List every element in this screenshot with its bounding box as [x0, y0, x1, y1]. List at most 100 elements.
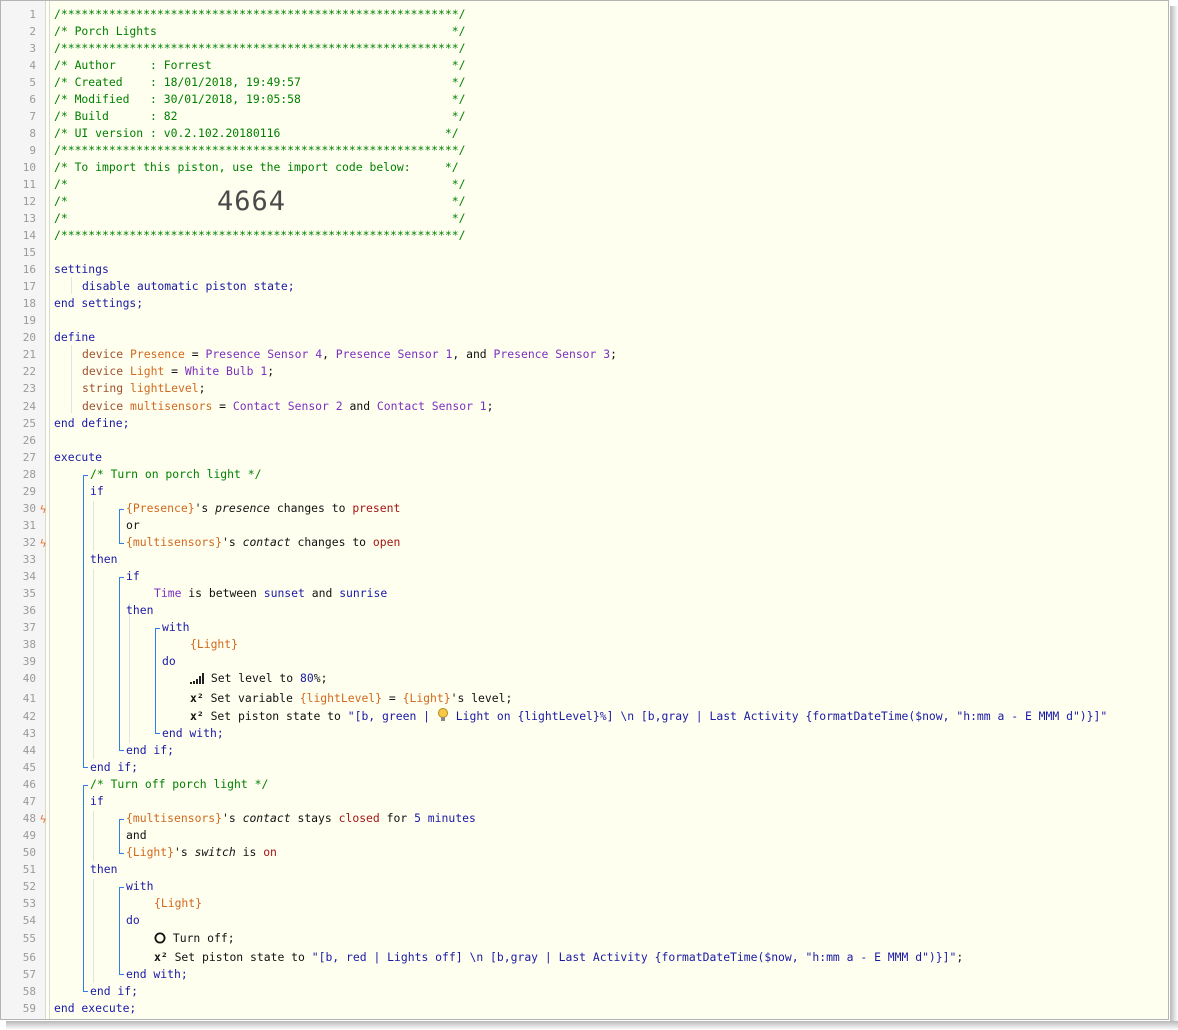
import-code[interactable]: 4664 [217, 185, 286, 219]
light-bulb-icon [437, 708, 449, 727]
power-off-icon [154, 932, 166, 949]
line-number: 39 [22, 655, 36, 668]
line-number: 12 [22, 195, 36, 208]
header-build: /* Build : 82 */ [54, 109, 466, 123]
line-number: 20 [22, 331, 36, 344]
with-device-light[interactable]: {Light} [190, 636, 238, 653]
condition-contact-stays[interactable]: {multisensors}'s contact stays closed fo… [126, 810, 476, 827]
lightning-bolt-icon: ϟ [39, 503, 47, 516]
action-set-state-on[interactable]: x² Set piston state to "[b, green | Ligh… [190, 708, 1107, 725]
semicolon: ; [267, 364, 275, 378]
possessive: 's [222, 811, 243, 825]
then-keyword[interactable]: then [126, 602, 153, 619]
with-device-light[interactable]: {Light} [154, 895, 202, 912]
separator: , and [452, 347, 494, 361]
or-operator[interactable]: or [126, 517, 140, 534]
end-define-keyword: end define; [54, 416, 130, 430]
do-keyword[interactable]: do [162, 653, 176, 670]
comment-turn-off[interactable]: /* Turn off porch light */ [90, 776, 268, 793]
operator: = [184, 347, 206, 361]
attribute: presence [215, 501, 271, 515]
line-number: 25 [22, 417, 36, 430]
then-keyword[interactable]: then [90, 551, 117, 568]
value: sunset [263, 586, 305, 600]
line-number: 56 [22, 951, 36, 964]
action-text: Set piston state to [167, 950, 312, 964]
device-name: Contact Sensor 2 [232, 399, 343, 413]
line-number: 17 [22, 280, 36, 293]
header-ui-version: /* UI version : v0.2.102.20180116 */ [54, 126, 459, 140]
operator: = [382, 691, 403, 705]
indent-guide [93, 569, 94, 759]
line-number: 58 [22, 985, 36, 998]
device-name: Presence Sensor 4 [205, 347, 323, 361]
settings-keyword[interactable]: settings [54, 261, 109, 278]
and-operator[interactable]: and [126, 827, 147, 844]
if-keyword[interactable]: if [90, 483, 104, 500]
header-author: /* Author : Forrest */ [54, 58, 466, 72]
string-value: Light on {lightLevel}%] \n [b,gray | Las… [448, 709, 1108, 723]
x-squared-icon: x² [190, 691, 204, 705]
window-shadow-bottom [6, 1021, 1178, 1030]
end-if-keyword: end if; [126, 743, 175, 757]
line-number: 31 [22, 519, 36, 532]
if-keyword[interactable]: if [90, 793, 104, 810]
type-keyword: string [82, 381, 124, 395]
execute-keyword[interactable]: execute [54, 449, 102, 466]
end-with-keyword: end with; [126, 967, 188, 981]
line-number: 10 [22, 161, 36, 174]
line-number: 5 [29, 76, 36, 89]
do-keyword[interactable]: do [126, 912, 140, 929]
device-ref: {Light} [126, 845, 175, 859]
line-number: 23 [22, 382, 36, 395]
time-ref: Time [154, 586, 182, 600]
lightning-bolt-icon: ϟ [39, 813, 47, 826]
line-number: 35 [22, 587, 36, 600]
action-set-variable[interactable]: x² Set variable {lightLevel} = {Light}'s… [190, 690, 512, 707]
indent-guide [93, 501, 94, 551]
define-presence-line[interactable]: device Presence = Presence Sensor 4, Pre… [82, 346, 617, 363]
action-set-state-off[interactable]: x² Set piston state to "[b, red | Lights… [154, 949, 963, 966]
line-number: 48 [22, 812, 36, 825]
window-shadow-right [1170, 6, 1178, 1030]
indent-guide [71, 277, 72, 294]
condition-contact[interactable]: {multisensors}'s contact changes to open [126, 534, 400, 551]
variable-name: lightLevel [130, 381, 199, 395]
action-turn-off[interactable]: Turn off; [154, 930, 235, 947]
comment-turn-on[interactable]: /* Turn on porch light */ [90, 466, 261, 483]
condition-switch[interactable]: {Light}'s switch is on [126, 844, 277, 861]
define-light-line[interactable]: device Light = White Bulb 1; [82, 363, 274, 380]
with-keyword[interactable]: with [162, 619, 189, 636]
action-set-level[interactable]: Set level to 80%; [190, 670, 327, 687]
line-number: 22 [22, 365, 36, 378]
duration: 5 minutes [414, 811, 476, 825]
separator: and [311, 586, 333, 600]
action-text: Turn off; [166, 931, 235, 945]
device-name: White Bulb 1 [184, 364, 268, 378]
value: sunrise [339, 586, 388, 600]
line-number: 53 [22, 897, 36, 910]
line-number: 30 [22, 502, 36, 515]
define-lightlevel-line[interactable]: string lightLevel; [82, 380, 205, 397]
condition-presence[interactable]: {Presence}'s presence changes to present [126, 500, 400, 517]
line-number: 47 [22, 795, 36, 808]
line-number: 27 [22, 451, 36, 464]
line-number: 19 [22, 314, 36, 327]
line-number: 9 [29, 144, 36, 157]
line-number: 45 [22, 761, 36, 774]
line-number: 42 [22, 710, 36, 723]
signal-level-icon [190, 672, 204, 689]
condition-time[interactable]: Time is between sunset and sunrise [154, 585, 387, 602]
disable-state-setting[interactable]: disable automatic piston state; [82, 278, 295, 295]
then-keyword[interactable]: then [90, 861, 117, 878]
line-number: 7 [29, 110, 36, 123]
line-number: 41 [22, 692, 36, 705]
line-number: 8 [29, 127, 36, 140]
end-settings-keyword: end settings; [54, 296, 144, 310]
define-keyword[interactable]: define [54, 329, 95, 346]
lightning-bolt-icon: ϟ [39, 537, 47, 550]
if-keyword[interactable]: if [126, 568, 140, 585]
with-keyword[interactable]: with [126, 878, 153, 895]
line-number: 2 [29, 25, 36, 38]
define-multisensors-line[interactable]: device multisensors = Contact Sensor 2 a… [82, 398, 494, 415]
